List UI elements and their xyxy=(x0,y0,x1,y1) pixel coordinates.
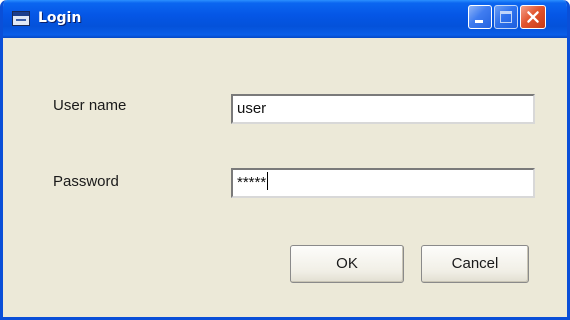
window-title: Login xyxy=(38,10,82,26)
close-icon xyxy=(527,11,539,23)
password-label: Password xyxy=(53,173,119,190)
ok-button[interactable]: OK xyxy=(290,245,404,283)
username-value: user xyxy=(237,100,267,117)
password-value: ***** xyxy=(237,174,267,191)
close-button[interactable] xyxy=(520,5,546,29)
maximize-icon xyxy=(500,11,512,23)
username-label: User name xyxy=(53,97,127,114)
cancel-button[interactable]: Cancel xyxy=(421,245,529,283)
login-dialog: Login User name user Password ***** OK C… xyxy=(0,0,570,320)
minimize-button[interactable] xyxy=(468,5,492,29)
text-caret xyxy=(267,172,269,190)
username-field[interactable]: user xyxy=(231,94,535,124)
title-bar[interactable]: Login xyxy=(3,0,567,38)
password-field[interactable]: ***** xyxy=(231,168,535,198)
window-app-icon[interactable] xyxy=(12,11,30,26)
minimize-icon xyxy=(475,20,483,23)
maximize-button[interactable] xyxy=(494,5,518,29)
